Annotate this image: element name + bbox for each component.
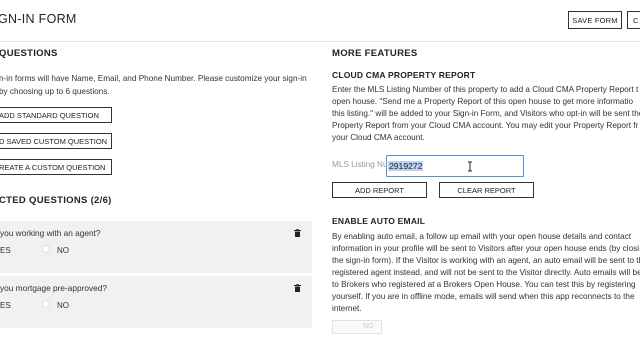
auto-email-description-line: to Brokers who registered at a Brokers O…: [332, 280, 636, 289]
add-saved-custom-question-label: D SAVED CUSTOM QUESTION: [0, 136, 108, 146]
selected-questions-heading: CTED QUESTIONS (2/6): [0, 195, 112, 206]
mls-listing-number-input[interactable]: 2919272: [386, 155, 524, 177]
mls-listing-number-value: 2919272: [388, 161, 424, 171]
trash-icon[interactable]: [294, 229, 301, 237]
cma-description-line: open house. "Send me a Property Report o…: [332, 97, 634, 106]
page-title: / SIGN-IN FORM: [0, 12, 77, 26]
cma-description-line: your Cloud CMA account.: [332, 133, 425, 142]
save-form-button[interactable]: SAVE FORM: [568, 11, 622, 29]
no-radio[interactable]: [42, 245, 50, 253]
text-cursor-icon: [468, 161, 472, 172]
add-standard-question-label: ADD STANDARD QUESTION: [0, 110, 99, 120]
auto-email-description-line: By enabling auto email, a follow up emai…: [332, 232, 632, 241]
questions-intro-line-2: by choosing up to 6 questions.: [0, 87, 110, 96]
add-saved-custom-question-button[interactable]: D SAVED CUSTOM QUESTION: [0, 133, 112, 149]
cloud-cma-heading: CLOUD CMA PROPERTY REPORT: [332, 70, 476, 80]
selected-question-card: you mortgage pre-approved? ES NO: [0, 276, 312, 328]
cma-description-line: this listing." will be added to your Sig…: [332, 109, 640, 118]
cma-description-line: Enter the MLS Listing Number of this pro…: [332, 85, 639, 94]
yes-label: ES: [0, 301, 11, 310]
yes-label: ES: [0, 246, 11, 255]
header-divider: [0, 41, 640, 42]
clear-report-label: CLEAR REPORT: [457, 185, 516, 195]
question-text: you mortgage pre-approved?: [0, 283, 108, 293]
auto-email-description-line: information in your profile will be sent…: [332, 244, 640, 253]
no-radio[interactable]: [42, 300, 50, 308]
auto-email-description-line: yourself. If you are in offline mode, em…: [332, 292, 635, 301]
add-report-button[interactable]: ADD REPORT: [332, 182, 427, 198]
more-features-heading: MORE FEATURES: [332, 48, 418, 59]
create-custom-question-label: REATE A CUSTOM QUESTION: [0, 162, 106, 172]
no-label: NO: [57, 246, 69, 255]
cma-description-line: Property Report from your Cloud CMA acco…: [332, 121, 639, 130]
auto-email-toggle-label: NO: [363, 323, 374, 330]
clear-report-button[interactable]: CLEAR REPORT: [439, 182, 534, 198]
add-report-label: ADD REPORT: [354, 185, 405, 195]
no-label: NO: [57, 301, 69, 310]
auto-email-description-line: the sign-in form). If the Visitor is wor…: [332, 256, 640, 265]
auto-email-heading: ENABLE AUTO EMAIL: [332, 216, 426, 226]
question-text: you working with an agent?: [0, 228, 101, 238]
selected-question-card: you working with an agent? ES NO: [0, 221, 312, 273]
add-standard-question-button[interactable]: ADD STANDARD QUESTION: [0, 107, 112, 123]
auto-email-toggle[interactable]: NO: [332, 320, 382, 334]
auto-email-description-line: registered agent instead, and will not b…: [332, 268, 640, 277]
questions-intro-line-1: n-in forms will have Name, Email, and Ph…: [0, 74, 307, 83]
auto-email-description-line: internet.: [332, 304, 362, 313]
close-form-button[interactable]: C: [627, 11, 640, 29]
create-custom-question-button[interactable]: REATE A CUSTOM QUESTION: [0, 159, 112, 175]
questions-heading: QUESTIONS: [0, 48, 58, 59]
trash-icon[interactable]: [294, 284, 301, 292]
